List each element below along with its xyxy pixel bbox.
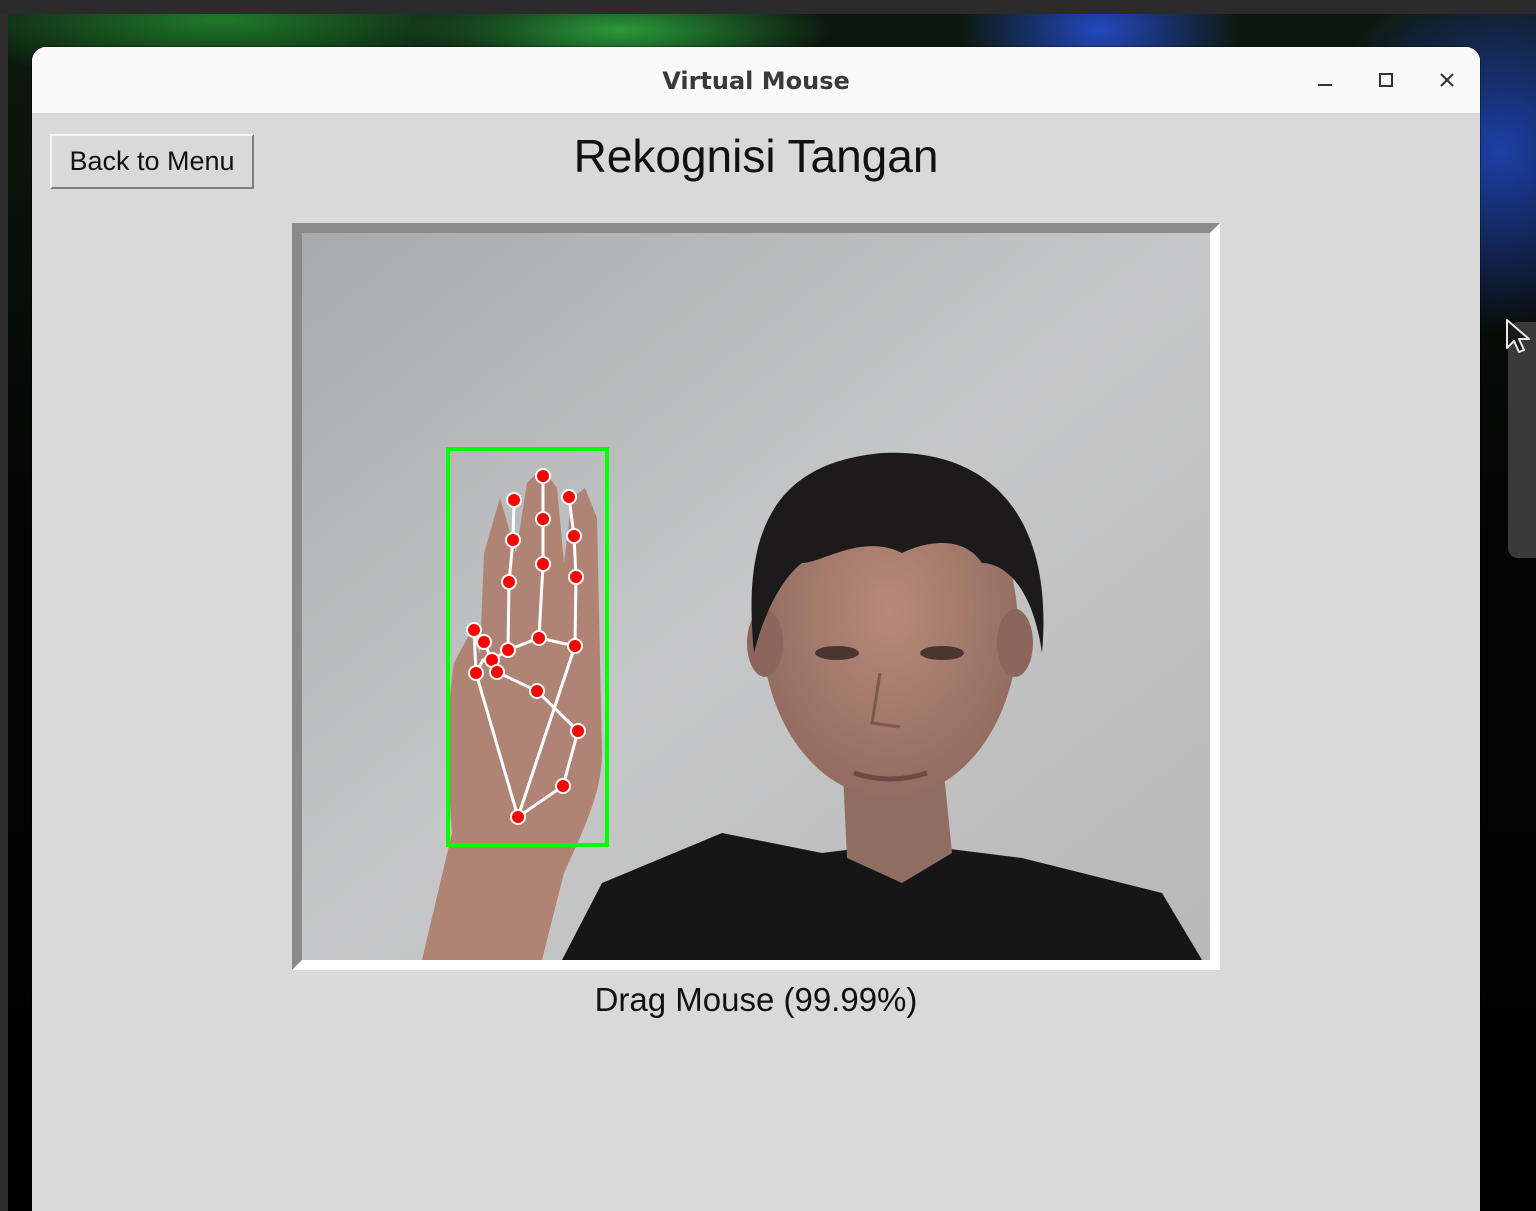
side-panel-handle[interactable] <box>1508 322 1536 558</box>
window-title: Virtual Mouse <box>662 67 850 95</box>
person-ear-right <box>997 609 1033 677</box>
person-eye-right <box>920 646 964 660</box>
minimize-icon <box>1318 84 1332 86</box>
close-button[interactable] <box>1427 61 1467 101</box>
gesture-status: Drag Mouse (99.99%) <box>594 981 918 1018</box>
person-eye-left <box>815 646 859 660</box>
mouse-cursor-icon <box>1506 319 1530 353</box>
close-icon <box>1440 73 1454 87</box>
title-bar[interactable]: Virtual Mouse <box>32 47 1480 114</box>
maximize-icon <box>1379 73 1393 87</box>
app-window: Virtual Mouse Back to Menu Rekognisi Tan… <box>32 47 1480 1211</box>
desktop-left-edge <box>0 14 8 1211</box>
camera-feed <box>302 233 1210 960</box>
camera-feed-frame <box>292 223 1220 970</box>
maximize-button[interactable] <box>1366 61 1406 101</box>
desktop-top-bar <box>0 0 1536 14</box>
page-title: Rekognisi Tangan <box>573 130 939 182</box>
minimize-button[interactable] <box>1305 61 1345 101</box>
